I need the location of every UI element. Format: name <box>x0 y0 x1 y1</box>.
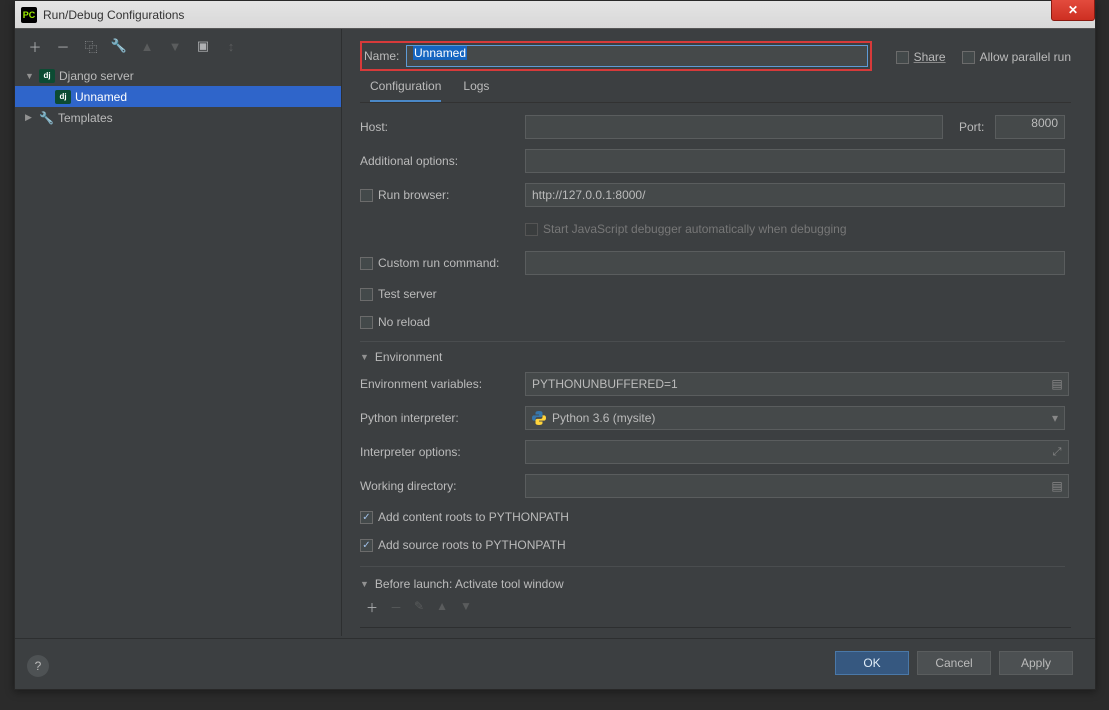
share-options: Share Allow parallel run <box>896 50 1071 64</box>
dialog-body: ＋ － ⿻ 🔧 ▲ ▼ ▣ ↕ ▼ dj Django server dj Un… <box>15 29 1095 636</box>
host-label: Host: <box>360 120 525 134</box>
add-content-checkbox[interactable]: Add content roots to PYTHONPATH <box>360 510 569 524</box>
caret-down-icon: ▼ <box>360 579 369 589</box>
up-icon[interactable]: ▲ <box>139 38 155 54</box>
footer-separator <box>15 638 1095 639</box>
tree-label: Django server <box>59 69 134 83</box>
ok-button[interactable]: OK <box>835 651 909 675</box>
env-vars-input[interactable]: PYTHONUNBUFFERED=1 <box>525 372 1069 396</box>
run-debug-dialog: PC Run/Debug Configurations ✕ ＋ － ⿻ 🔧 ▲ … <box>14 0 1096 690</box>
js-debug-checkbox: Start JavaScript debugger automatically … <box>525 222 847 236</box>
additional-label: Additional options: <box>360 154 525 168</box>
checkbox-icon <box>360 316 373 329</box>
browser-url-input[interactable]: http://127.0.0.1:8000/ <box>525 183 1065 207</box>
expand-icon[interactable]: ⤢ <box>1049 446 1065 459</box>
share-checkbox[interactable]: Share <box>896 50 946 64</box>
interp-opts-input[interactable] <box>525 440 1069 464</box>
interpreter-label: Python interpreter: <box>360 411 525 425</box>
sidebar: ＋ － ⿻ 🔧 ▲ ▼ ▣ ↕ ▼ dj Django server dj Un… <box>15 29 342 636</box>
custom-cmd-input[interactable] <box>525 251 1065 275</box>
caret-down-icon: ▼ <box>25 71 35 81</box>
up-icon[interactable]: ▲ <box>436 599 448 616</box>
host-input[interactable] <box>525 115 943 139</box>
cancel-button[interactable]: Cancel <box>917 651 991 675</box>
python-icon <box>532 411 546 425</box>
port-input[interactable]: 8000 <box>995 115 1065 139</box>
browse-icon[interactable]: ▤ <box>1049 377 1065 391</box>
checkbox-icon <box>525 223 538 236</box>
tree-label: Unnamed <box>75 90 127 104</box>
workdir-label: Working directory: <box>360 479 525 493</box>
remove-icon[interactable]: － <box>390 599 402 616</box>
name-input[interactable]: Unnamed <box>406 45 868 67</box>
parallel-checkbox[interactable]: Allow parallel run <box>962 50 1071 64</box>
django-icon: dj <box>55 90 71 104</box>
dialog-title: Run/Debug Configurations <box>43 8 184 22</box>
env-section-header[interactable]: ▼ Environment <box>360 341 1065 364</box>
checkbox-checked-icon <box>360 539 373 552</box>
config-form: Host: Port: 8000 Additional options: Run… <box>360 113 1071 628</box>
down-icon[interactable]: ▼ <box>460 599 472 616</box>
before-launch-section: ▼ Before launch: Activate tool window ＋ … <box>360 566 1065 628</box>
no-reload-checkbox[interactable]: No reload <box>360 315 430 329</box>
help-button[interactable]: ? <box>27 655 49 677</box>
tree-unnamed[interactable]: dj Unnamed <box>15 86 341 107</box>
checkbox-icon <box>962 51 975 64</box>
tree-label: Templates <box>58 111 113 125</box>
titlebar[interactable]: PC Run/Debug Configurations ✕ <box>15 1 1095 29</box>
caret-down-icon: ▼ <box>360 352 369 362</box>
add-icon[interactable]: ＋ <box>366 599 378 616</box>
name-label: Name: <box>364 49 406 63</box>
django-icon: dj <box>39 69 55 83</box>
main-panel: Name: Unnamed Share Allow parallel run C… <box>342 29 1095 636</box>
checkbox-icon <box>360 189 373 202</box>
add-source-checkbox[interactable]: Add source roots to PYTHONPATH <box>360 538 566 552</box>
run-browser-checkbox[interactable]: Run browser: <box>360 188 525 202</box>
wrench-icon: 🔧 <box>39 111 54 125</box>
dialog-buttons: OK Cancel Apply <box>835 651 1073 675</box>
add-icon[interactable]: ＋ <box>27 38 43 54</box>
checkbox-icon <box>360 257 373 270</box>
tree-templates[interactable]: ▶ 🔧 Templates <box>15 107 341 128</box>
checkbox-icon <box>896 51 909 64</box>
wrench-icon[interactable]: 🔧 <box>111 38 127 54</box>
copy-icon[interactable]: ⿻ <box>83 38 99 54</box>
name-highlight-box: Name: Unnamed <box>360 41 872 71</box>
test-server-checkbox[interactable]: Test server <box>360 287 437 301</box>
config-tree: ▼ dj Django server dj Unnamed ▶ 🔧 Templa… <box>15 63 341 636</box>
folder-move-icon[interactable]: ▣ <box>195 38 211 54</box>
checkbox-checked-icon <box>360 511 373 524</box>
interp-opts-label: Interpreter options: <box>360 445 525 459</box>
port-label: Port: <box>959 120 995 134</box>
before-launch-toolbar: ＋ － ✎ ▲ ▼ <box>360 599 1065 616</box>
tab-logs[interactable]: Logs <box>463 79 489 102</box>
apply-button[interactable]: Apply <box>999 651 1073 675</box>
name-row: Name: Unnamed Share Allow parallel run <box>360 45 1071 69</box>
tree-django-server[interactable]: ▼ dj Django server <box>15 65 341 86</box>
sort-icon[interactable]: ↕ <box>223 38 239 54</box>
sidebar-toolbar: ＋ － ⿻ 🔧 ▲ ▼ ▣ ↕ <box>15 29 341 63</box>
env-vars-label: Environment variables: <box>360 377 525 391</box>
window-close-button[interactable]: ✕ <box>1051 0 1095 21</box>
edit-icon[interactable]: ✎ <box>414 599 424 616</box>
tabs: Configuration Logs <box>360 79 1071 103</box>
chevron-down-icon: ▾ <box>1052 411 1058 425</box>
custom-cmd-checkbox[interactable]: Custom run command: <box>360 256 525 270</box>
remove-icon[interactable]: － <box>55 38 71 54</box>
caret-right-icon: ▶ <box>25 112 35 123</box>
pycharm-icon: PC <box>21 7 37 23</box>
down-icon[interactable]: ▼ <box>167 38 183 54</box>
tab-configuration[interactable]: Configuration <box>370 79 441 102</box>
workdir-input[interactable] <box>525 474 1069 498</box>
before-launch-header[interactable]: ▼ Before launch: Activate tool window <box>360 566 1065 591</box>
browse-icon[interactable]: ▤ <box>1049 479 1065 493</box>
interpreter-dropdown[interactable]: Python 3.6 (mysite) ▾ <box>525 406 1065 430</box>
checkbox-icon <box>360 288 373 301</box>
before-launch-empty: There are no tasks to run before launch <box>360 622 1065 628</box>
additional-input[interactable] <box>525 149 1065 173</box>
